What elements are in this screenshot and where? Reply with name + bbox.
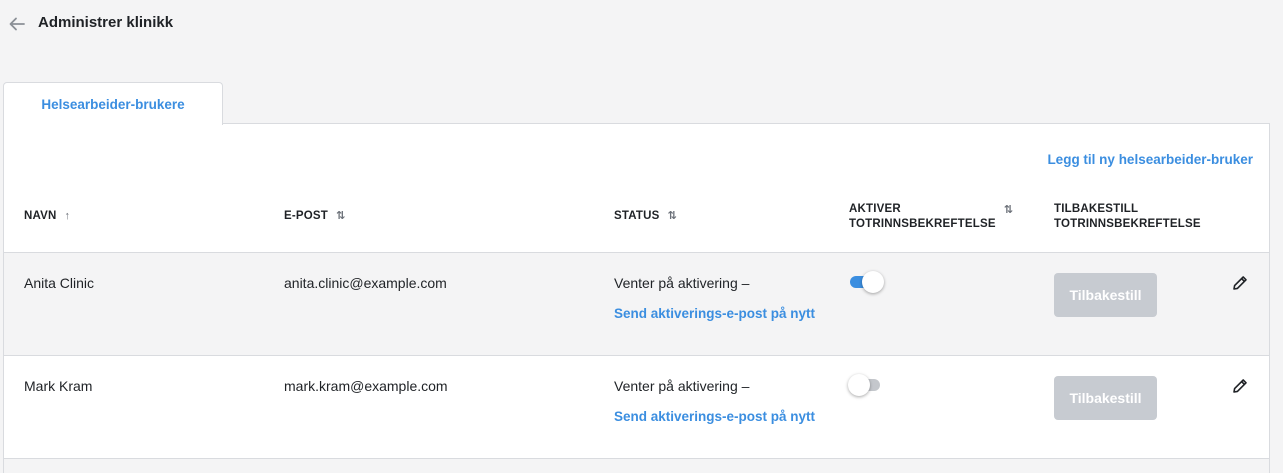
pencil-icon xyxy=(1233,276,1247,290)
reset-two-factor-button[interactable]: Tilbakestill xyxy=(1054,273,1157,317)
resend-activation-link[interactable]: Send aktiverings-e-post på nytt xyxy=(614,409,815,424)
top-bar: Administrer klinikk xyxy=(0,0,1283,46)
table-row: Mark Kram mark.kram@example.com Venter p… xyxy=(4,356,1269,459)
column-header-enable-2fa-line1: AKTIVER xyxy=(849,203,901,215)
toggle-knob xyxy=(848,374,870,396)
user-name: Anita Clinic xyxy=(24,275,95,291)
user-email: mark.kram@example.com xyxy=(284,378,448,394)
column-header-status[interactable]: STATUS ⇅ xyxy=(614,209,677,224)
column-header-reset-2fa-line1: TILBAKESTILL xyxy=(1054,203,1139,215)
column-header-enable-2fa[interactable]: AKTIVER TOTRINNSBEKREFTELSE ⇅ xyxy=(849,202,1013,232)
column-header-name-label: NAVN xyxy=(24,210,57,222)
column-header-reset-2fa: TILBAKESTILL TOTRINNSBEKREFTELSE xyxy=(1054,202,1201,232)
column-header-enable-2fa-line2: TOTRINNSBEKREFTELSE xyxy=(849,218,996,230)
two-factor-toggle[interactable] xyxy=(848,374,884,396)
user-status: Venter på aktivering – xyxy=(614,378,750,394)
sort-icon: ⇅ xyxy=(1003,204,1014,216)
arrow-left-icon xyxy=(9,17,25,31)
tab-helsearbeider-brukere[interactable]: Helsearbeider-brukere xyxy=(3,82,223,125)
resend-activation-link[interactable]: Send aktiverings-e-post på nytt xyxy=(614,306,815,321)
sort-icon: ⇅ xyxy=(667,210,677,222)
column-header-reset-2fa-line2: TOTRINNSBEKREFTELSE xyxy=(1054,218,1201,230)
column-header-status-label: STATUS xyxy=(614,210,660,222)
two-factor-toggle[interactable] xyxy=(848,271,884,293)
column-header-email[interactable]: E-POST ⇅ xyxy=(284,209,345,224)
pencil-icon xyxy=(1233,379,1247,393)
back-button[interactable] xyxy=(6,13,28,35)
users-panel: Legg til ny helsearbeider-bruker NAVN ↑ E… xyxy=(3,123,1270,473)
add-user-link[interactable]: Legg til ny helsearbeider-bruker xyxy=(1047,152,1253,167)
reset-two-factor-button[interactable]: Tilbakestill xyxy=(1054,376,1157,420)
user-email: anita.clinic@example.com xyxy=(284,275,447,291)
toggle-knob xyxy=(862,271,884,293)
user-name: Mark Kram xyxy=(24,378,93,394)
sort-icon: ⇅ xyxy=(336,210,346,222)
column-header-email-label: E-POST xyxy=(284,210,329,222)
sort-ascending-icon: ↑ xyxy=(64,210,71,222)
user-status: Venter på aktivering – xyxy=(614,275,750,291)
page-title: Administrer klinikk xyxy=(38,14,174,31)
edit-user-button[interactable] xyxy=(1229,375,1251,397)
table-footer-strip xyxy=(4,459,1269,473)
edit-user-button[interactable] xyxy=(1229,272,1251,294)
table-row: Anita Clinic anita.clinic@example.com Ve… xyxy=(4,253,1269,356)
column-header-name[interactable]: NAVN ↑ xyxy=(24,209,70,224)
